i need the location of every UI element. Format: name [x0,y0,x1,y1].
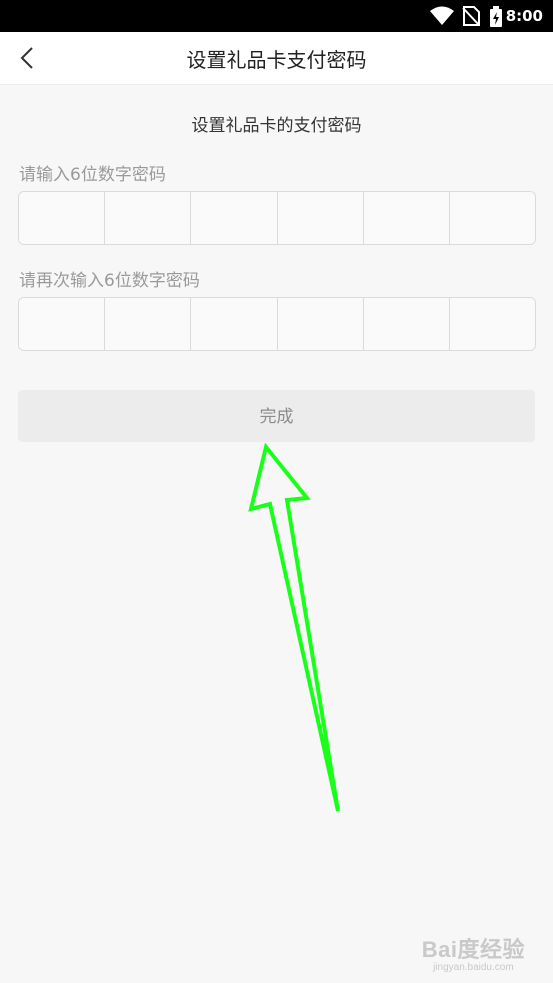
arrow-outline [248,442,340,812]
watermark-logo: Bai度经验 [421,937,525,962]
watermark-url: jingyan.baidu.com [433,962,514,973]
watermark: Bai度经验 jingyan.baidu.com [422,932,525,973]
annotation-arrow [248,442,340,812]
